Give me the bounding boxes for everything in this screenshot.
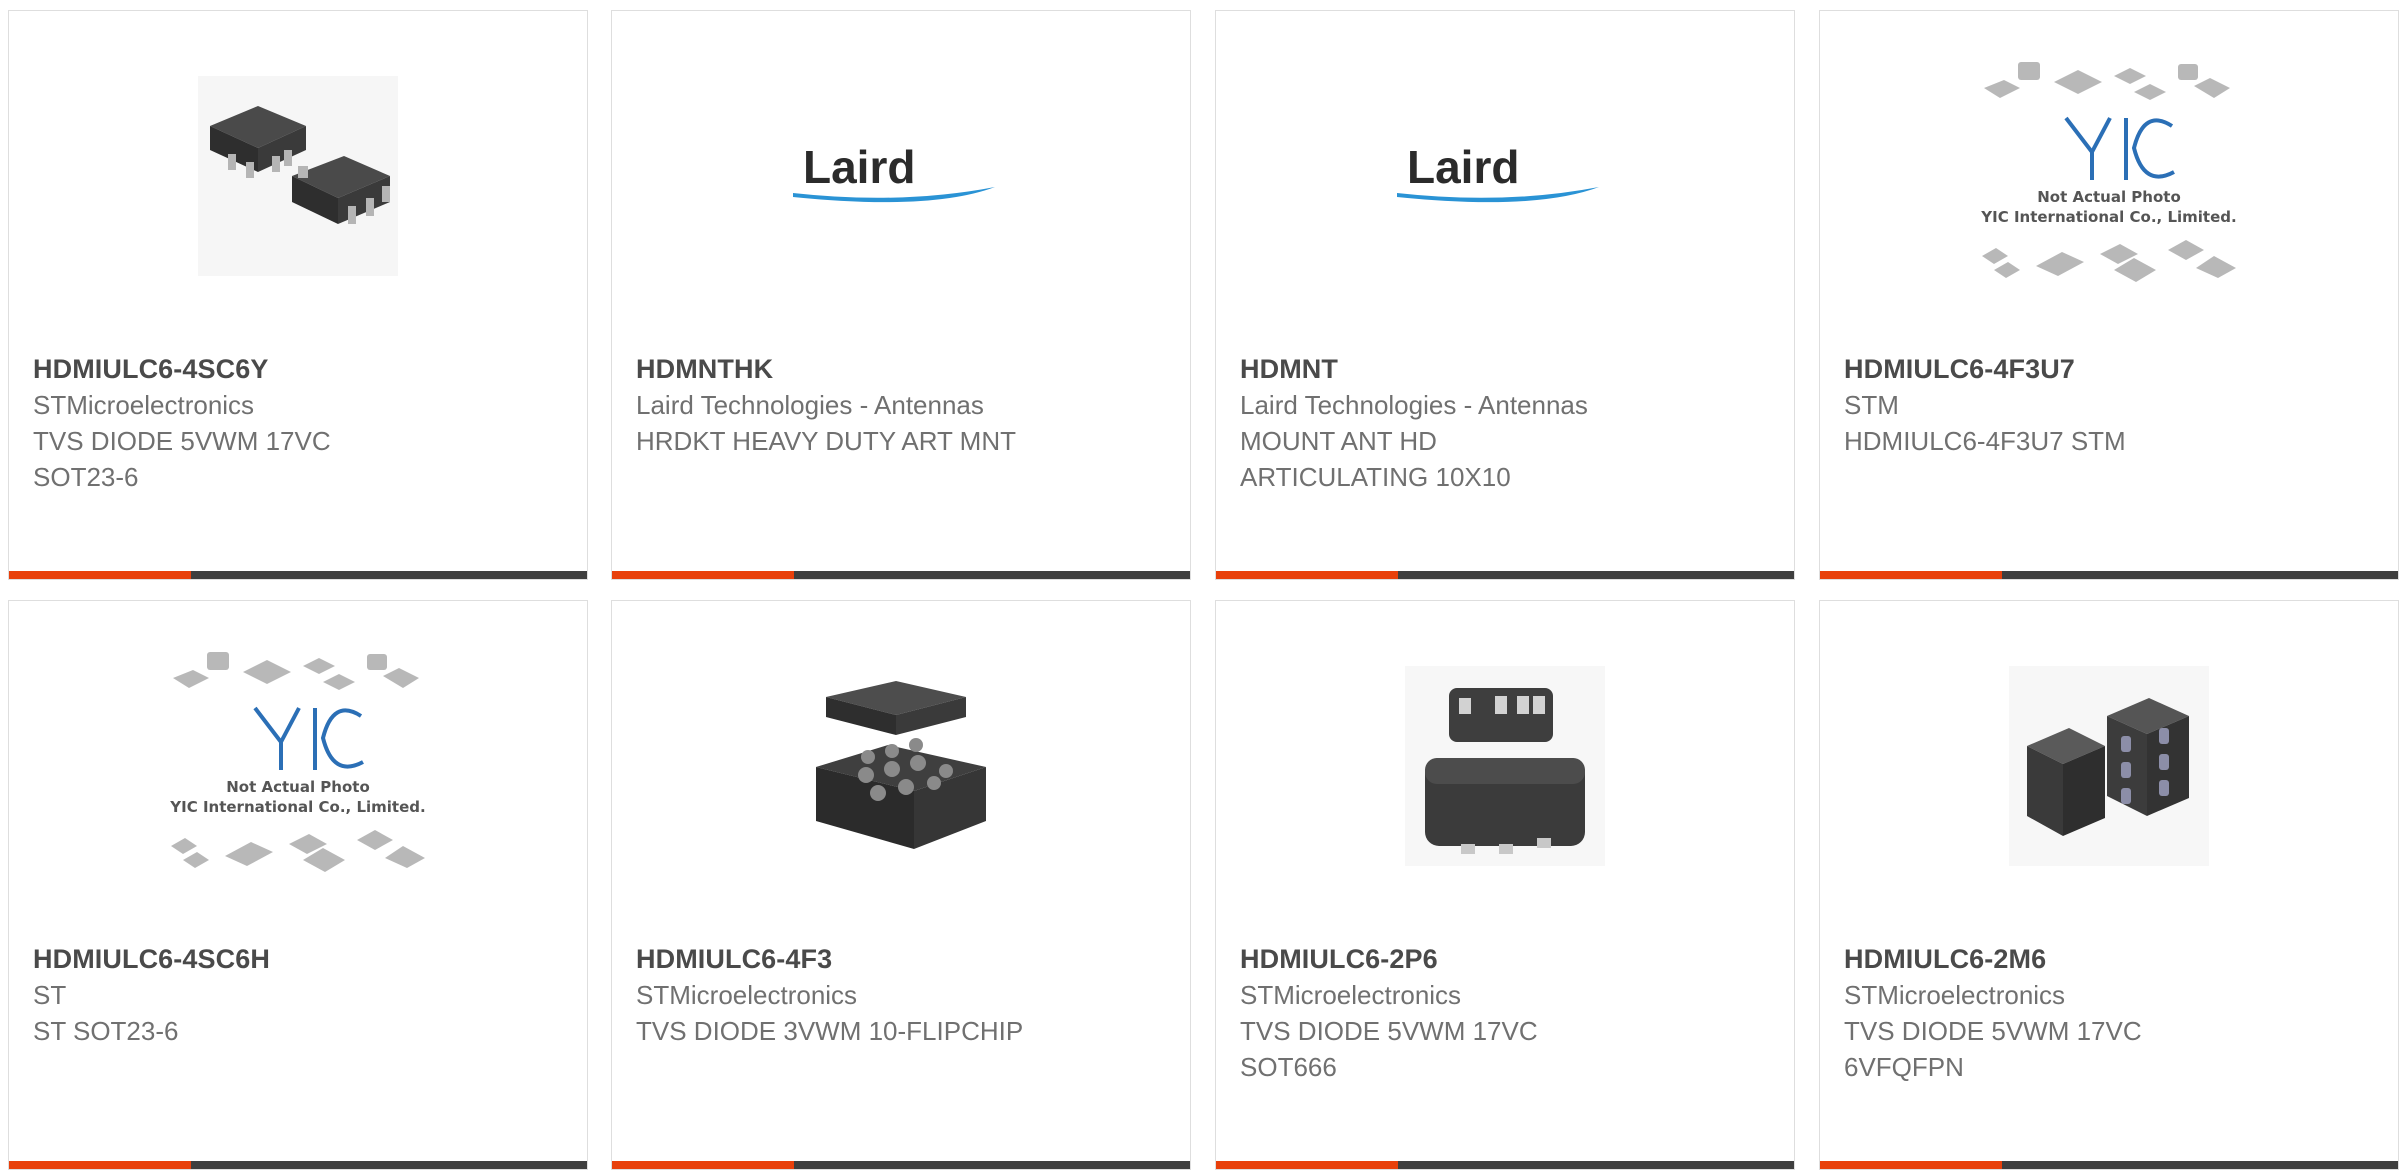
product-card[interactable]: Not Actual Photo YIC International Co., … xyxy=(8,600,588,1170)
card-accent-bar xyxy=(612,1161,794,1169)
description-line: TVS DIODE 3VWM 10-FLIPCHIP xyxy=(636,1016,1024,1046)
description-line: TVS DIODE 5VWM 17VC xyxy=(1240,1016,1538,1046)
description-line: ARTICULATING 10X10 xyxy=(1240,462,1511,492)
product-card[interactable]: HDMIULC6-2P6 STMicroelectronics TVS DIOD… xyxy=(1215,600,1795,1170)
product-card[interactable]: HDMIULC6-2M6 STMicroelectronics TVS DIOD… xyxy=(1819,600,2399,1170)
product-image[interactable] xyxy=(9,61,587,291)
manufacturer: ST xyxy=(33,980,67,1010)
description-line: SOT23-6 xyxy=(33,462,139,492)
part-number[interactable]: HDMNTHK xyxy=(636,351,1170,387)
card-accent-bar xyxy=(1216,1161,1398,1169)
card-bottom-bar xyxy=(1820,571,2398,579)
placeholder-caption: Not Actual Photo xyxy=(226,778,370,796)
manufacturer: STMicroelectronics xyxy=(1844,980,2066,1010)
description-line: 6VFQFPN xyxy=(1844,1052,1964,1082)
description-line: TVS DIODE 5VWM 17VC xyxy=(1844,1016,2142,1046)
product-image[interactable]: Not Actual Photo YIC International Co., … xyxy=(9,651,587,881)
product-grid: HDMIULC6-4SC6Y STMicroelectronics TVS DI… xyxy=(0,0,2400,1170)
manufacturer: STMicroelectronics xyxy=(33,390,255,420)
card-bottom-bar xyxy=(612,571,1190,579)
product-image[interactable] xyxy=(1216,651,1794,881)
product-card[interactable]: HDMIULC6-4SC6Y STMicroelectronics TVS DI… xyxy=(8,10,588,580)
logo-text: Laird xyxy=(1407,141,1519,193)
flipchip-bga-icon xyxy=(816,681,986,849)
part-number[interactable]: HDMIULC6-2P6 xyxy=(1240,941,1774,977)
card-bottom-bar xyxy=(1820,1161,2398,1169)
card-bottom-bar xyxy=(1216,571,1794,579)
yic-placeholder-image: Not Actual Photo YIC International Co., … xyxy=(1980,62,2237,282)
yic-placeholder-image: Not Actual Photo YIC International Co., … xyxy=(169,652,426,872)
product-image[interactable]: Not Actual Photo YIC International Co., … xyxy=(1820,61,2398,291)
card-accent-bar xyxy=(1216,571,1398,579)
card-bottom-bar xyxy=(1216,1161,1794,1169)
product-image[interactable] xyxy=(612,651,1190,881)
sot666-chip-icon xyxy=(1405,666,1605,866)
laird-logo-icon: Laird xyxy=(793,141,995,203)
placeholder-caption: YIC International Co., Limited. xyxy=(1980,208,2236,226)
card-bottom-bar xyxy=(612,1161,1190,1169)
laird-logo-icon: Laird xyxy=(1397,141,1599,203)
manufacturer: STM xyxy=(1844,390,1899,420)
card-accent-bar xyxy=(1820,571,2002,579)
manufacturer: Laird Technologies - Antennas xyxy=(1240,390,1588,420)
product-card[interactable]: Not Actual Photo YIC International Co., … xyxy=(1819,10,2399,580)
qfn-chip-icon xyxy=(2009,666,2209,866)
card-bottom-bar xyxy=(9,1161,587,1169)
part-number[interactable]: HDMNT xyxy=(1240,351,1774,387)
product-card[interactable]: Laird HDMNTHK Laird Technologies - Anten… xyxy=(611,10,1191,580)
description-line: HDMIULC6-4F3U7 STM xyxy=(1844,426,2126,456)
product-image[interactable]: Laird xyxy=(1216,61,1794,291)
description-line: HRDKT HEAVY DUTY ART MNT xyxy=(636,426,1016,456)
product-image[interactable]: Laird xyxy=(612,61,1190,291)
description-line: MOUNT ANT HD xyxy=(1240,426,1437,456)
card-accent-bar xyxy=(9,1161,191,1169)
placeholder-caption: Not Actual Photo xyxy=(2037,188,2181,206)
card-accent-bar xyxy=(612,571,794,579)
description-line: SOT666 xyxy=(1240,1052,1337,1082)
sot23-chip-image xyxy=(198,76,398,276)
logo-text: Laird xyxy=(803,141,915,193)
manufacturer: STMicroelectronics xyxy=(636,980,858,1010)
manufacturer: STMicroelectronics xyxy=(1240,980,1462,1010)
product-card[interactable]: Laird HDMNT Laird Technologies - Antenna… xyxy=(1215,10,1795,580)
card-accent-bar xyxy=(1820,1161,2002,1169)
part-number[interactable]: HDMIULC6-2M6 xyxy=(1844,941,2378,977)
part-number[interactable]: HDMIULC6-4SC6Y xyxy=(33,351,567,387)
product-image[interactable] xyxy=(1820,651,2398,881)
card-bottom-bar xyxy=(9,571,587,579)
placeholder-caption: YIC International Co., Limited. xyxy=(169,798,425,816)
part-number[interactable]: HDMIULC6-4F3 xyxy=(636,941,1170,977)
description-line: TVS DIODE 5VWM 17VC xyxy=(33,426,331,456)
product-card[interactable]: HDMIULC6-4F3 STMicroelectronics TVS DIOD… xyxy=(611,600,1191,1170)
description-line: ST SOT23-6 xyxy=(33,1016,179,1046)
part-number[interactable]: HDMIULC6-4SC6H xyxy=(33,941,567,977)
manufacturer: Laird Technologies - Antennas xyxy=(636,390,984,420)
card-accent-bar xyxy=(9,571,191,579)
part-number[interactable]: HDMIULC6-4F3U7 xyxy=(1844,351,2378,387)
